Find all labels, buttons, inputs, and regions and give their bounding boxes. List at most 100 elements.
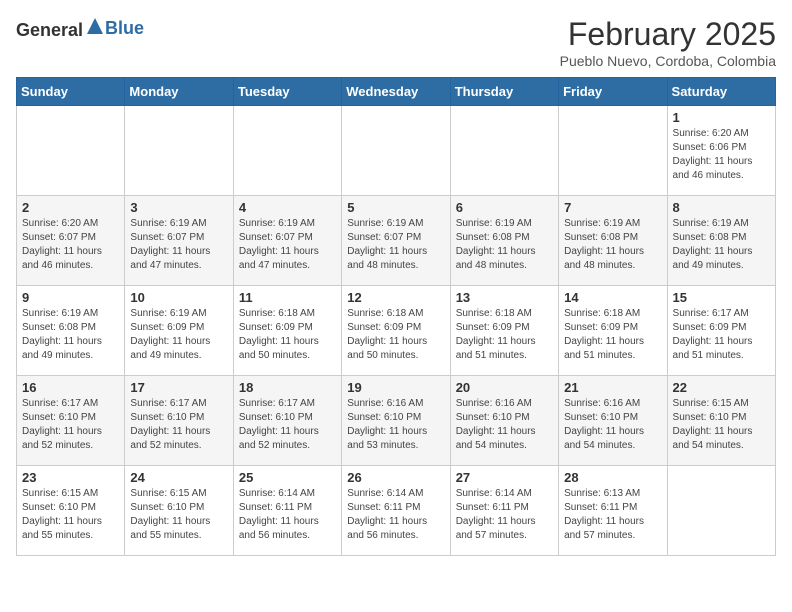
day-info: Sunrise: 6:19 AM Sunset: 6:07 PM Dayligh… xyxy=(130,217,227,273)
calendar-cell: 3 Sunrise: 6:19 AM Sunset: 6:07 PM Daylig… xyxy=(125,196,233,286)
logo-general: General xyxy=(16,20,83,40)
calendar-cell: 9 Sunrise: 6:19 AM Sunset: 6:08 PM Daylig… xyxy=(17,286,125,376)
calendar-cell: 1 Sunrise: 6:20 AM Sunset: 6:06 PM Daylig… xyxy=(667,106,775,196)
day-info: Sunrise: 6:15 AM Sunset: 6:10 PM Dayligh… xyxy=(673,397,770,453)
title-section: February 2025 Pueblo Nuevo, Cordoba, Col… xyxy=(560,16,776,69)
day-number: 8 xyxy=(673,200,770,215)
day-info: Sunrise: 6:17 AM Sunset: 6:10 PM Dayligh… xyxy=(239,397,336,453)
logo-blue: Blue xyxy=(105,18,144,38)
day-info: Sunrise: 6:16 AM Sunset: 6:10 PM Dayligh… xyxy=(347,397,444,453)
calendar-day-header: Tuesday xyxy=(233,78,341,106)
day-number: 10 xyxy=(130,290,227,305)
day-number: 9 xyxy=(22,290,119,305)
day-number: 6 xyxy=(456,200,553,215)
day-number: 16 xyxy=(22,380,119,395)
calendar-week-row: 2 Sunrise: 6:20 AM Sunset: 6:07 PM Daylig… xyxy=(17,196,776,286)
calendar-cell: 18 Sunrise: 6:17 AM Sunset: 6:10 PM Dayli… xyxy=(233,376,341,466)
calendar-cell xyxy=(342,106,450,196)
calendar-cell: 17Sunrise: 6:17 AM Sunset: 6:10 PM Dayli… xyxy=(125,376,233,466)
calendar-day-header: Wednesday xyxy=(342,78,450,106)
day-info: Sunrise: 6:17 AM Sunset: 6:10 PM Dayligh… xyxy=(130,397,227,453)
calendar-day-header: Friday xyxy=(559,78,667,106)
calendar-cell: 2 Sunrise: 6:20 AM Sunset: 6:07 PM Daylig… xyxy=(17,196,125,286)
day-info: Sunrise: 6:20 AM Sunset: 6:07 PM Dayligh… xyxy=(22,217,119,273)
day-number: 20 xyxy=(456,380,553,395)
day-info: Sunrise: 6:19 AM Sunset: 6:09 PM Dayligh… xyxy=(130,307,227,363)
day-info: Sunrise: 6:19 AM Sunset: 6:08 PM Dayligh… xyxy=(22,307,119,363)
day-info: Sunrise: 6:19 AM Sunset: 6:07 PM Dayligh… xyxy=(239,217,336,273)
calendar-week-row: 9 Sunrise: 6:19 AM Sunset: 6:08 PM Daylig… xyxy=(17,286,776,376)
calendar-cell: 12 Sunrise: 6:18 AM Sunset: 6:09 PM Dayli… xyxy=(342,286,450,376)
calendar-cell: 4 Sunrise: 6:19 AM Sunset: 6:07 PM Daylig… xyxy=(233,196,341,286)
day-number: 26 xyxy=(347,470,444,485)
day-info: Sunrise: 6:18 AM Sunset: 6:09 PM Dayligh… xyxy=(347,307,444,363)
day-info: Sunrise: 6:20 AM Sunset: 6:06 PM Dayligh… xyxy=(673,127,770,183)
calendar-day-header: Sunday xyxy=(17,78,125,106)
day-number: 7 xyxy=(564,200,661,215)
page-subtitle: Pueblo Nuevo, Cordoba, Colombia xyxy=(560,53,776,69)
calendar-cell: 13 Sunrise: 6:18 AM Sunset: 6:09 PM Dayli… xyxy=(450,286,558,376)
day-number: 4 xyxy=(239,200,336,215)
calendar-cell: 6 Sunrise: 6:19 AM Sunset: 6:08 PM Daylig… xyxy=(450,196,558,286)
calendar-cell xyxy=(667,466,775,556)
day-info: Sunrise: 6:16 AM Sunset: 6:10 PM Dayligh… xyxy=(564,397,661,453)
day-info: Sunrise: 6:15 AM Sunset: 6:10 PM Dayligh… xyxy=(130,487,227,543)
day-info: Sunrise: 6:18 AM Sunset: 6:09 PM Dayligh… xyxy=(564,307,661,363)
day-number: 14 xyxy=(564,290,661,305)
calendar-day-header: Monday xyxy=(125,78,233,106)
calendar-week-row: 23 Sunrise: 6:15 AM Sunset: 6:10 PM Dayli… xyxy=(17,466,776,556)
day-info: Sunrise: 6:18 AM Sunset: 6:09 PM Dayligh… xyxy=(239,307,336,363)
calendar-cell: 22 Sunrise: 6:15 AM Sunset: 6:10 PM Dayli… xyxy=(667,376,775,466)
day-number: 21 xyxy=(564,380,661,395)
day-number: 5 xyxy=(347,200,444,215)
day-info: Sunrise: 6:19 AM Sunset: 6:08 PM Dayligh… xyxy=(456,217,553,273)
day-number: 19 xyxy=(347,380,444,395)
day-info: Sunrise: 6:19 AM Sunset: 6:08 PM Dayligh… xyxy=(673,217,770,273)
calendar-week-row: 16 Sunrise: 6:17 AM Sunset: 6:10 PM Dayli… xyxy=(17,376,776,466)
calendar-cell: 20 Sunrise: 6:16 AM Sunset: 6:10 PM Dayli… xyxy=(450,376,558,466)
calendar-cell xyxy=(559,106,667,196)
day-number: 18 xyxy=(239,380,336,395)
calendar-cell: 10 Sunrise: 6:19 AM Sunset: 6:09 PM Dayli… xyxy=(125,286,233,376)
calendar-cell: 27 Sunrise: 6:14 AM Sunset: 6:11 PM Dayli… xyxy=(450,466,558,556)
calendar-cell: 19 Sunrise: 6:16 AM Sunset: 6:10 PM Dayli… xyxy=(342,376,450,466)
day-info: Sunrise: 6:14 AM Sunset: 6:11 PM Dayligh… xyxy=(456,487,553,543)
calendar-cell: 15 Sunrise: 6:17 AM Sunset: 6:09 PM Dayli… xyxy=(667,286,775,376)
calendar-cell: 14 Sunrise: 6:18 AM Sunset: 6:09 PM Dayli… xyxy=(559,286,667,376)
calendar-cell: 26Sunrise: 6:14 AM Sunset: 6:11 PM Dayli… xyxy=(342,466,450,556)
calendar-cell: 8 Sunrise: 6:19 AM Sunset: 6:08 PM Daylig… xyxy=(667,196,775,286)
page-header: General Blue February 2025 Pueblo Nuevo,… xyxy=(16,16,776,69)
day-number: 2 xyxy=(22,200,119,215)
day-info: Sunrise: 6:18 AM Sunset: 6:09 PM Dayligh… xyxy=(456,307,553,363)
calendar-header-row: SundayMondayTuesdayWednesdayThursdayFrid… xyxy=(17,78,776,106)
day-info: Sunrise: 6:15 AM Sunset: 6:10 PM Dayligh… xyxy=(22,487,119,543)
day-info: Sunrise: 6:17 AM Sunset: 6:09 PM Dayligh… xyxy=(673,307,770,363)
day-number: 24 xyxy=(130,470,227,485)
day-info: Sunrise: 6:13 AM Sunset: 6:11 PM Dayligh… xyxy=(564,487,661,543)
logo: General Blue xyxy=(16,16,144,41)
day-info: Sunrise: 6:19 AM Sunset: 6:07 PM Dayligh… xyxy=(347,217,444,273)
day-info: Sunrise: 6:19 AM Sunset: 6:08 PM Dayligh… xyxy=(564,217,661,273)
day-info: Sunrise: 6:14 AM Sunset: 6:11 PM Dayligh… xyxy=(239,487,336,543)
calendar-cell xyxy=(233,106,341,196)
day-info: Sunrise: 6:16 AM Sunset: 6:10 PM Dayligh… xyxy=(456,397,553,453)
calendar-cell: 28Sunrise: 6:13 AM Sunset: 6:11 PM Dayli… xyxy=(559,466,667,556)
day-number: 22 xyxy=(673,380,770,395)
calendar-cell: 25Sunrise: 6:14 AM Sunset: 6:11 PM Dayli… xyxy=(233,466,341,556)
day-info: Sunrise: 6:17 AM Sunset: 6:10 PM Dayligh… xyxy=(22,397,119,453)
logo-icon xyxy=(85,16,105,36)
day-number: 3 xyxy=(130,200,227,215)
calendar-cell: 23 Sunrise: 6:15 AM Sunset: 6:10 PM Dayli… xyxy=(17,466,125,556)
calendar-cell xyxy=(125,106,233,196)
day-number: 27 xyxy=(456,470,553,485)
day-number: 13 xyxy=(456,290,553,305)
day-number: 11 xyxy=(239,290,336,305)
day-number: 1 xyxy=(673,110,770,125)
day-number: 12 xyxy=(347,290,444,305)
calendar-day-header: Thursday xyxy=(450,78,558,106)
day-number: 23 xyxy=(22,470,119,485)
calendar-cell: 5 Sunrise: 6:19 AM Sunset: 6:07 PM Daylig… xyxy=(342,196,450,286)
calendar-table: SundayMondayTuesdayWednesdayThursdayFrid… xyxy=(16,77,776,556)
day-number: 15 xyxy=(673,290,770,305)
calendar-cell: 16 Sunrise: 6:17 AM Sunset: 6:10 PM Dayli… xyxy=(17,376,125,466)
